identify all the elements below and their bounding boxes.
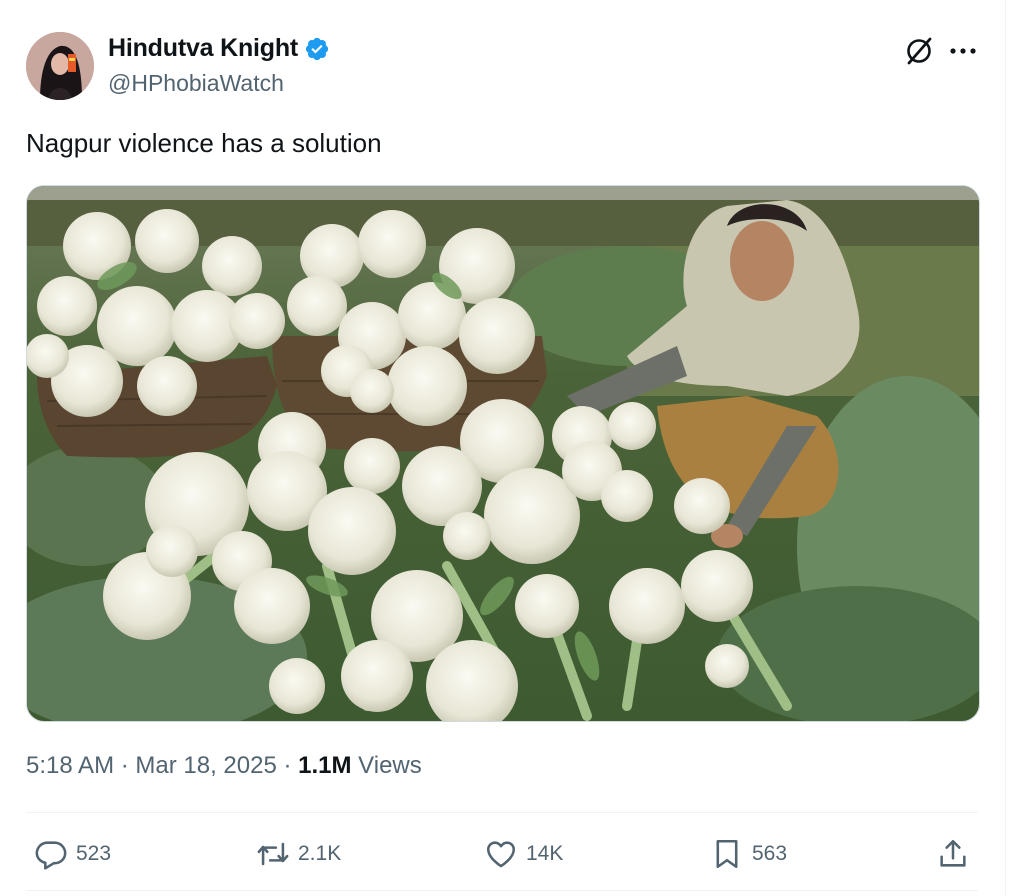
bookmark-count: 563 — [752, 842, 788, 865]
bookmark-icon — [716, 839, 738, 869]
views-label: Views — [351, 752, 422, 779]
like-button[interactable]: 14K — [484, 834, 563, 874]
share-button[interactable] — [936, 834, 970, 874]
cauliflower-field-image — [27, 186, 979, 721]
bookmark-button[interactable]: 563 — [710, 834, 787, 874]
avatar-image — [26, 32, 94, 100]
meta-separator: · — [114, 752, 136, 779]
author-handle[interactable]: @HPhobiaWatch — [108, 70, 284, 97]
repost-button[interactable]: 2.1K — [256, 834, 341, 874]
views-count: 1.1M — [298, 752, 352, 779]
more-icon[interactable] — [948, 34, 978, 68]
repost-icon — [257, 842, 289, 866]
tweet-photo[interactable] — [26, 185, 980, 722]
tweet-text: Nagpur violence has a solution — [26, 128, 382, 158]
divider — [26, 812, 978, 813]
avatar[interactable] — [26, 32, 94, 100]
tweet-meta: 5:18 AM · Mar 18, 2025 · 1.1M Views — [26, 752, 422, 780]
repost-count: 2.1K — [298, 842, 342, 865]
verified-badge-icon — [305, 37, 329, 60]
reply-button[interactable]: 523 — [34, 834, 111, 874]
meta-separator-2: · — [276, 752, 299, 779]
share-icon — [940, 839, 966, 867]
tweet-time[interactable]: 5:18 AM — [26, 752, 114, 780]
bottom-divider — [26, 890, 978, 891]
author-name-row[interactable]: Hindutva Knight — [108, 34, 330, 63]
like-icon — [486, 841, 516, 868]
column-border — [1005, 0, 1006, 896]
reply-icon — [35, 841, 67, 870]
reply-count: 523 — [76, 842, 112, 865]
tweet-date[interactable]: Mar 18, 2025 — [135, 752, 276, 780]
author-display-name[interactable]: Hindutva Knight — [108, 34, 298, 63]
like-count: 14K — [526, 842, 564, 865]
grok-icon[interactable] — [902, 34, 936, 68]
